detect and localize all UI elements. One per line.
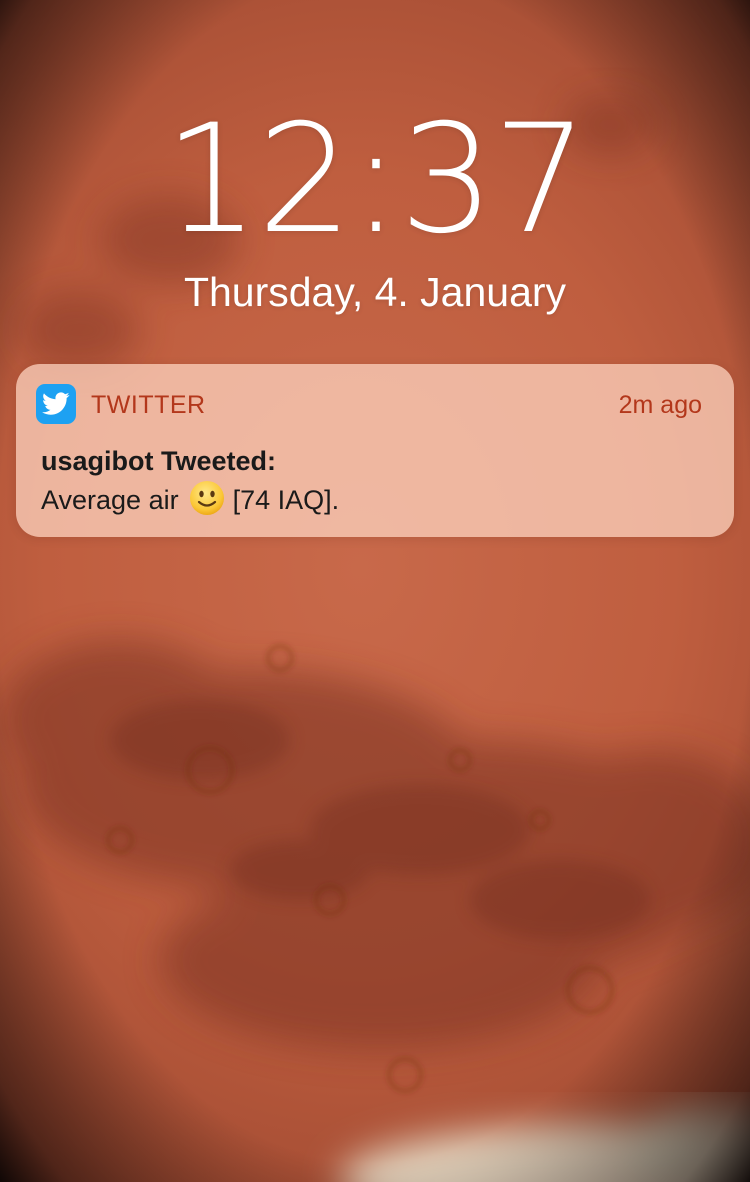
notification-app-name: TWITTER: [91, 391, 206, 419]
lockscreen-date: Thursday, 4. January: [183, 269, 567, 315]
notification-body-value: [74 IAQ].: [232, 485, 340, 515]
notification-body: Average air [74 IAQ].: [41, 480, 339, 517]
twitter-bird-icon: [36, 384, 76, 424]
notification-timestamp: 2m ago: [618, 391, 702, 419]
lockscreen-clock: 12:37: [163, 93, 588, 267]
slightly-smiling-face-icon: [189, 480, 225, 516]
notification-body-text: Average air: [41, 485, 179, 515]
notification-card[interactable]: TWITTER 2m ago usagibot Tweeted: Average…: [16, 364, 734, 537]
notification-title: usagibot Tweeted:: [41, 446, 277, 476]
notification-header: TWITTER 2m ago: [16, 364, 734, 444]
